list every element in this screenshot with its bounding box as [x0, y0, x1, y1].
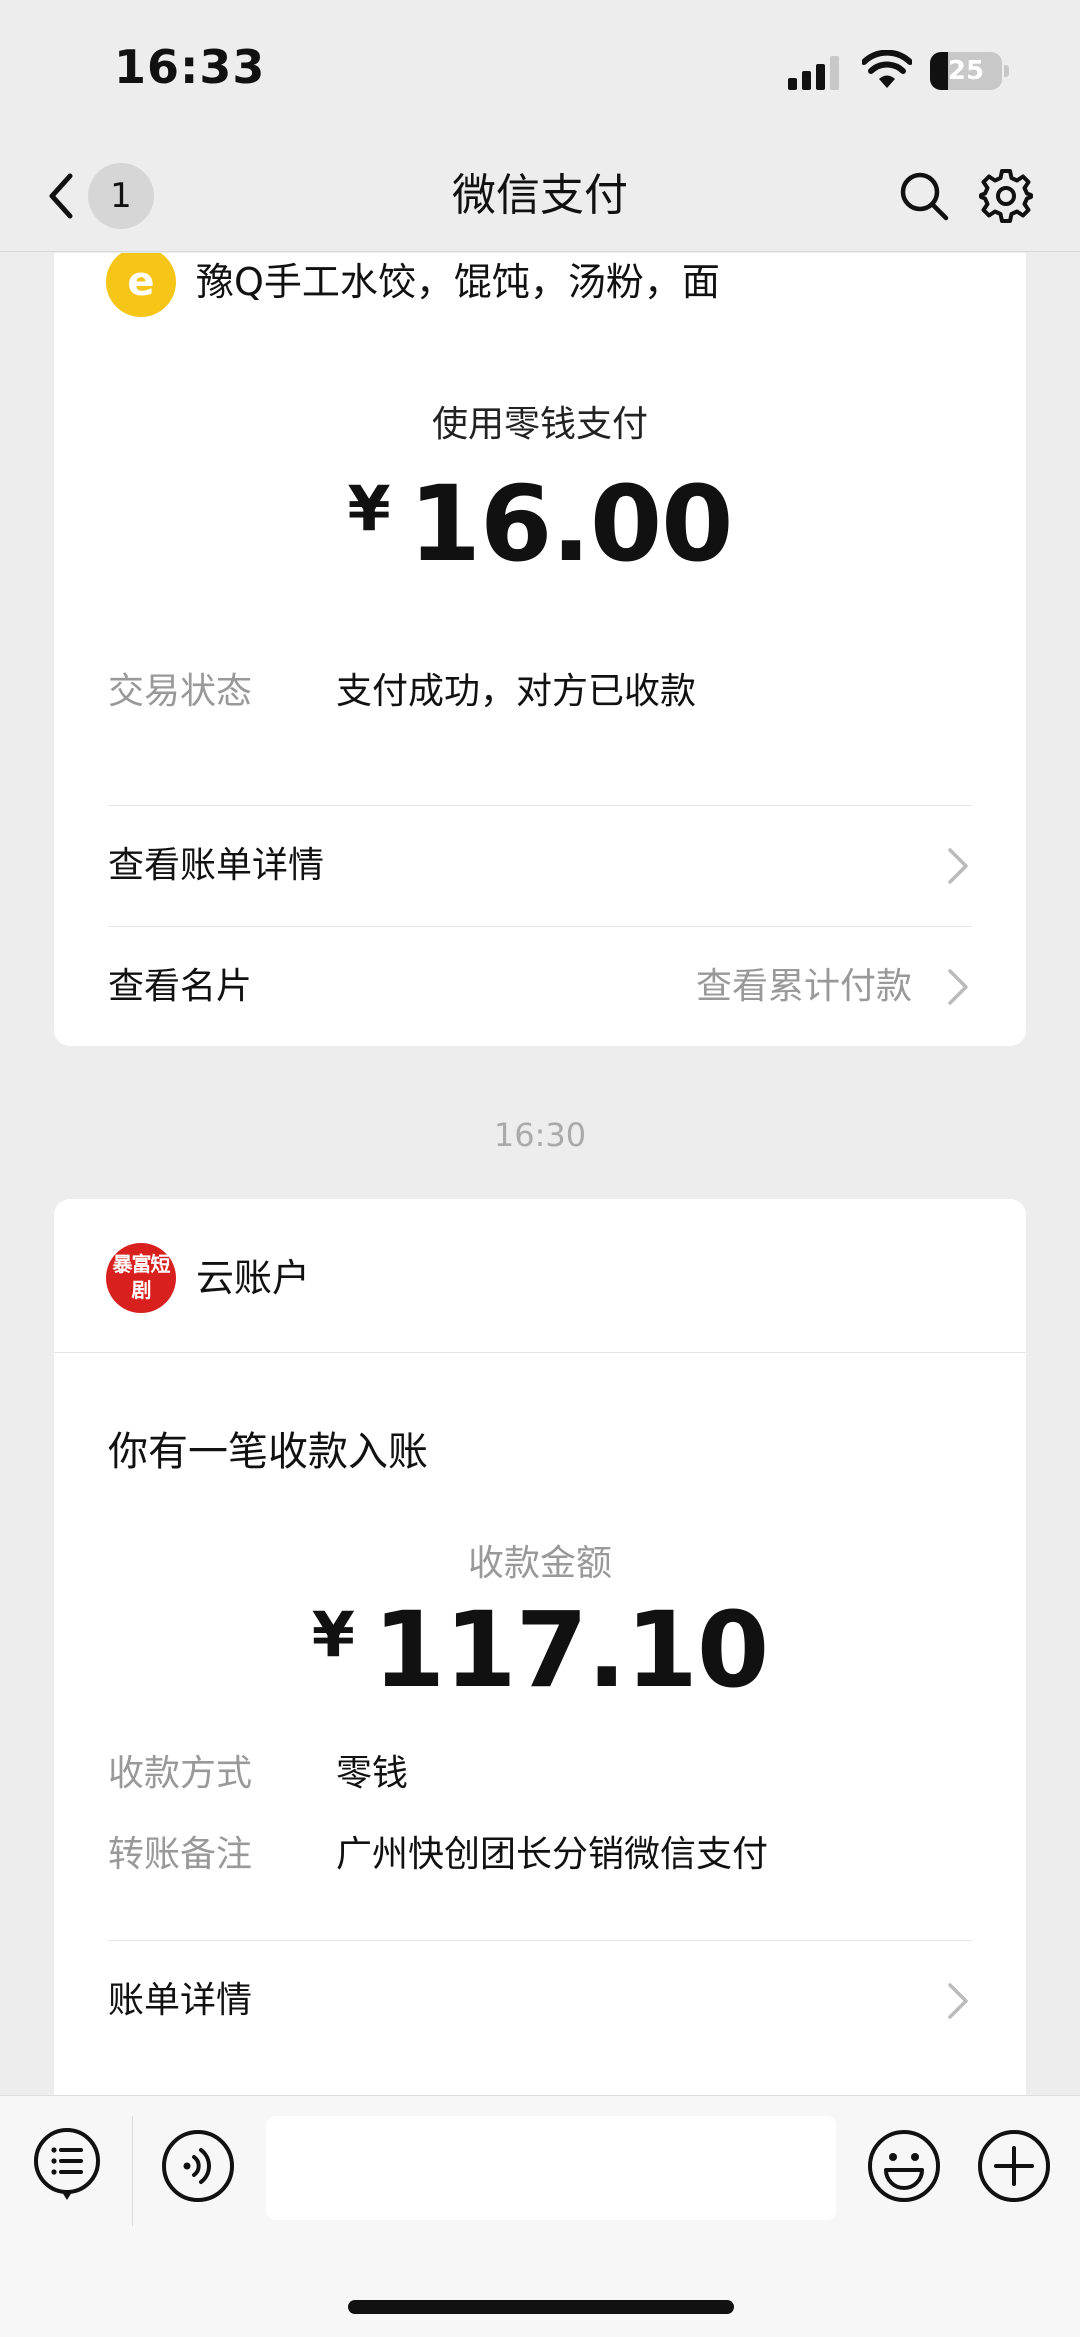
- wifi-icon: [862, 50, 912, 88]
- currency-symbol: ¥: [311, 1598, 355, 1671]
- page-title: 微信支付: [452, 170, 628, 221]
- merchant-logo-glyph: e: [127, 259, 155, 305]
- transfer-note-label: 转账备注: [108, 1834, 253, 1875]
- message-input[interactable]: [266, 2116, 836, 2220]
- divider: [132, 2116, 133, 2226]
- account-logo-text: 暴富短剧: [112, 1252, 171, 1302]
- battery-level: 25: [947, 56, 985, 86]
- trade-status-label: 交易状态: [108, 671, 253, 712]
- bill-detail-link[interactable]: 账单详情: [108, 1941, 972, 2061]
- chevron-right-icon: [948, 969, 968, 1005]
- account-logo: 暴富短剧: [106, 1243, 176, 1313]
- search-icon[interactable]: [898, 170, 950, 222]
- plus-icon[interactable]: [976, 2128, 1052, 2204]
- transfer-note-row: 转账备注 广州快创团长分销微信支付: [108, 1825, 988, 1885]
- account-name: 云账户: [196, 1256, 311, 1300]
- trade-status-row: 交易状态 支付成功，对方已收款: [108, 662, 988, 722]
- unread-count-badge[interactable]: 1: [88, 163, 154, 229]
- business-card-label: 查看名片: [108, 966, 253, 1007]
- receipt-card[interactable]: 暴富短剧 云账户 你有一笔收款入账 收款金额 ¥117.10 收款方式 零钱 转…: [54, 1199, 1026, 2095]
- payment-amount: ¥16.00: [54, 463, 1026, 585]
- home-indicator[interactable]: [348, 2300, 734, 2314]
- chevron-right-icon: [948, 1983, 968, 2019]
- bill-detail-label: 账单详情: [108, 1980, 253, 2021]
- status-bar: 16:33 25: [0, 0, 1080, 140]
- amount-value: 117.10: [372, 1589, 769, 1711]
- message-timestamp: 16:30: [493, 1116, 587, 1154]
- transfer-note-value: 广州快创团长分销微信支付: [336, 1834, 769, 1875]
- status-time: 16:33: [114, 40, 266, 94]
- chevron-left-icon[interactable]: [40, 164, 80, 228]
- voice-icon[interactable]: [160, 2128, 236, 2204]
- signal-icon: [788, 56, 839, 90]
- nav-bar: 1 微信支付: [0, 140, 1080, 252]
- chat-content[interactable]: e 豫Q手工水饺，馄饨，汤粉，面 使用零钱支付 ¥16.00 交易状态 支付成功…: [0, 253, 1080, 2095]
- battery-icon: 25: [930, 52, 1009, 90]
- divider: [54, 1352, 1026, 1353]
- payment-card[interactable]: e 豫Q手工水饺，馄饨，汤粉，面 使用零钱支付 ¥16.00 交易状态 支付成功…: [54, 253, 1026, 1046]
- merchant-name: 豫Q手工水饺，馄饨，汤粉，面: [196, 260, 720, 304]
- amount-value: 16.00: [408, 463, 734, 585]
- chevron-right-icon: [948, 848, 968, 884]
- receipt-title: 你有一笔收款入账: [108, 1429, 428, 1475]
- receive-method-value: 零钱: [336, 1753, 409, 1794]
- bill-detail-link[interactable]: 查看账单详情: [108, 806, 972, 926]
- cumulative-payment-link[interactable]: 查看累计付款: [696, 927, 912, 1047]
- list-menu-icon[interactable]: [32, 2126, 102, 2206]
- business-card-link[interactable]: 查看名片 查看累计付款: [108, 927, 972, 1047]
- trade-status-value: 支付成功，对方已收款: [336, 671, 697, 712]
- merchant-logo: e: [106, 253, 176, 317]
- receipt-amount: ¥117.10: [54, 1589, 1026, 1711]
- merchant-header[interactable]: e 豫Q手工水饺，馄饨，汤粉，面: [106, 253, 986, 317]
- emoji-icon[interactable]: [866, 2128, 942, 2204]
- receive-method-row: 收款方式 零钱: [108, 1744, 988, 1804]
- amount-label: 收款金额: [467, 1543, 612, 1584]
- gear-icon[interactable]: [978, 168, 1034, 224]
- bill-detail-label: 查看账单详情: [108, 845, 325, 886]
- currency-symbol: ¥: [347, 472, 391, 545]
- pay-method: 使用零钱支付: [431, 404, 648, 445]
- receive-method-label: 收款方式: [108, 1753, 253, 1794]
- account-header[interactable]: 暴富短剧 云账户: [106, 1243, 986, 1313]
